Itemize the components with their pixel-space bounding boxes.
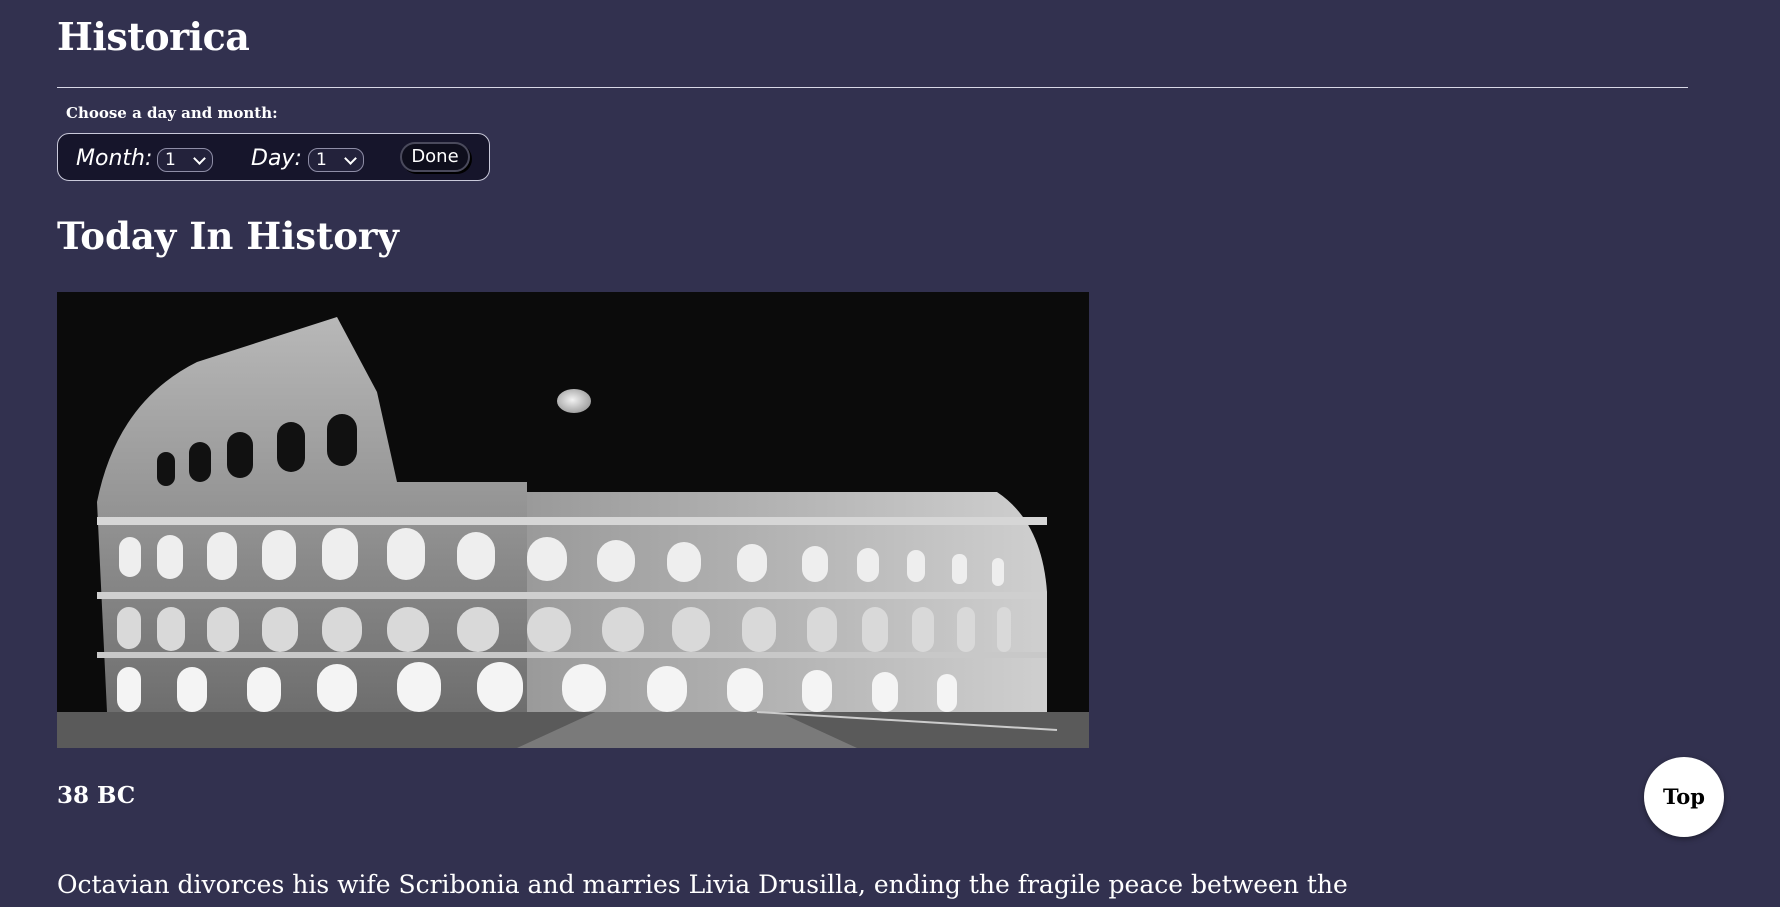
back-to-top-button[interactable]: Top <box>1644 757 1724 837</box>
event-year: 38 BC <box>57 782 136 809</box>
month-select-value: 1 <box>165 150 176 170</box>
colosseum-image <box>57 292 1089 748</box>
picker-label: Choose a day and month: <box>66 104 278 122</box>
day-select-value: 1 <box>316 150 327 170</box>
site-title: Historica <box>57 14 250 59</box>
chevron-down-icon <box>193 152 206 165</box>
day-label: Day: <box>251 146 302 171</box>
month-select[interactable]: 1 <box>157 148 213 172</box>
chevron-down-icon <box>344 152 357 165</box>
done-button[interactable]: Done <box>400 142 470 172</box>
header-divider <box>57 87 1688 88</box>
section-title: Today In History <box>57 214 399 258</box>
event-description: Octavian divorces his wife Scribonia and… <box>57 870 1348 899</box>
day-select[interactable]: 1 <box>308 148 364 172</box>
date-picker-form: Month: 1 Day: 1 Done <box>57 133 490 181</box>
month-label: Month: <box>76 146 153 171</box>
